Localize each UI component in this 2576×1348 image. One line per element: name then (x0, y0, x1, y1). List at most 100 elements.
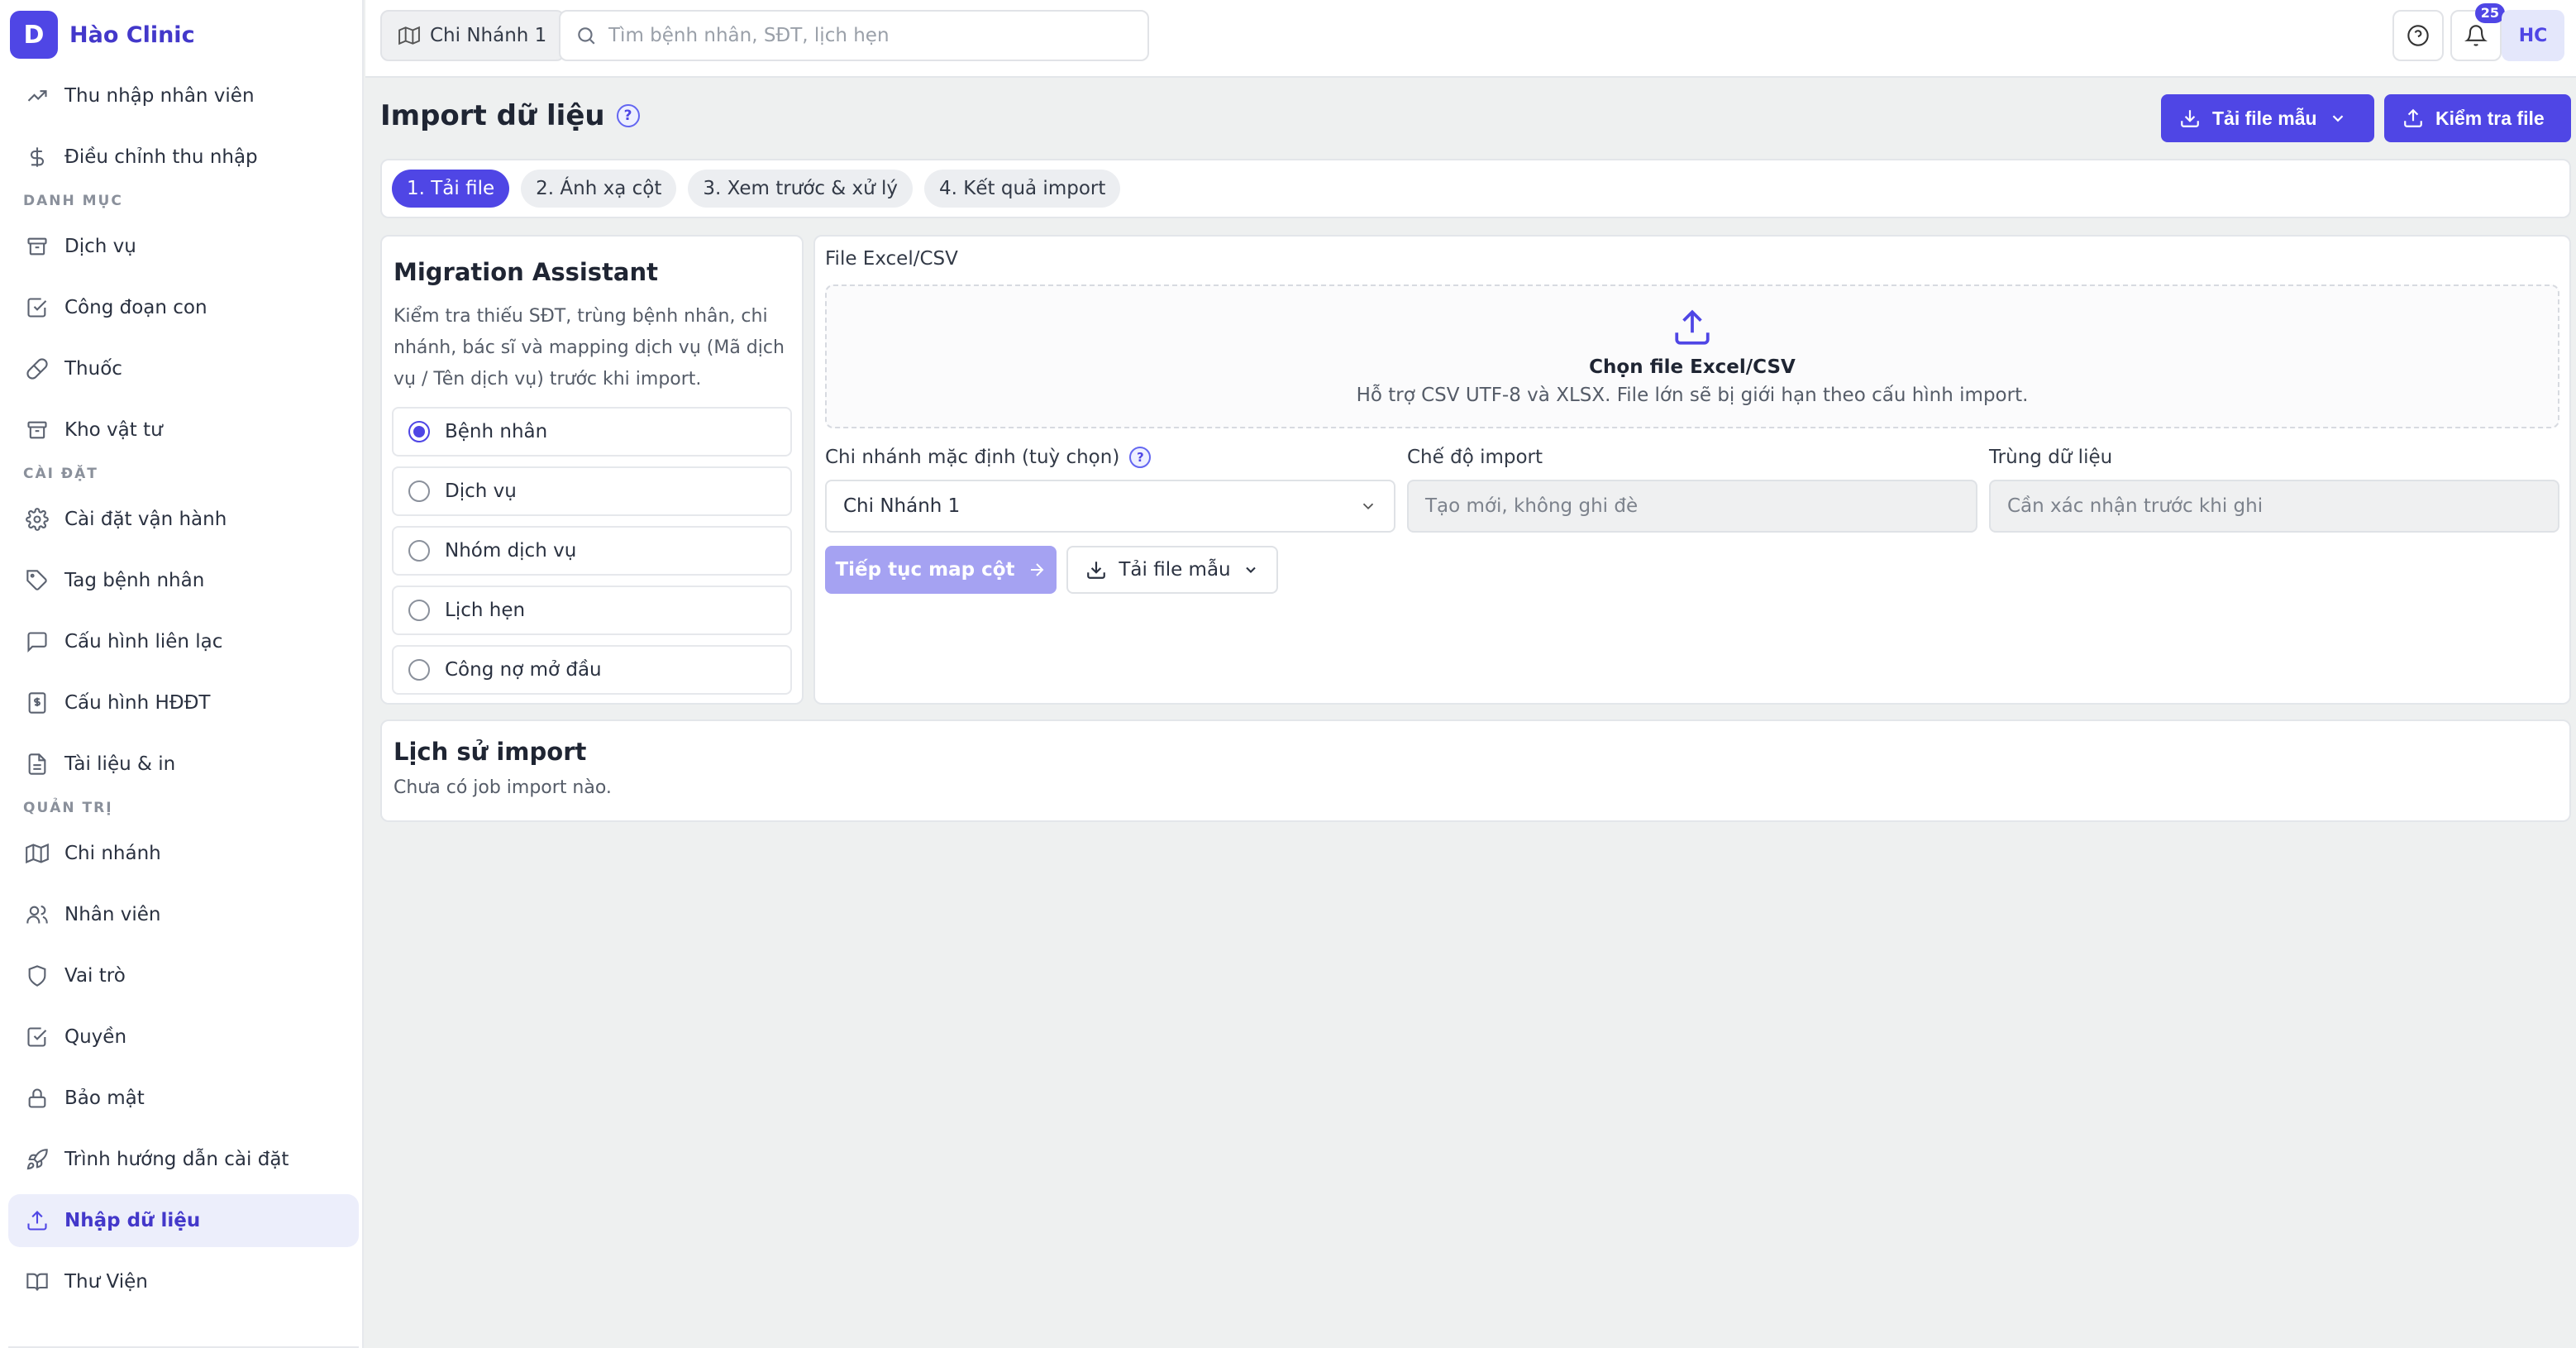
chevron-down-icon (1362, 503, 1374, 510)
sidebar-item-cau-hinh-hddt[interactable]: Cấu hình HĐĐT (8, 676, 359, 729)
sidebar-section-danh-muc: DANH MỤC (23, 193, 123, 209)
download-template-label: Tải file mẫu (1119, 559, 1231, 581)
radio-selected[interactable] (408, 421, 430, 442)
duplicate-value: Cần xác nhận trước khi ghi (1989, 480, 2559, 533)
sidebar-item-tag-benh-nhan[interactable]: Tag bệnh nhân (8, 554, 359, 607)
sidebar-item-label: Nhập dữ liệu (64, 1210, 201, 1231)
upload-icon (25, 1208, 50, 1233)
shield-icon (25, 963, 50, 988)
branch-selector[interactable]: Chi Nhánh 1 (380, 10, 565, 61)
check-file-button[interactable]: Kiểm tra file (2384, 94, 2571, 142)
sidebar-item-dieu-chinh-thu-nhap[interactable]: Điều chỉnh thu nhập (8, 131, 359, 184)
chevron-down-icon (2332, 115, 2343, 122)
step-map-columns[interactable]: 2. Ánh xạ cột (521, 170, 677, 208)
sidebar-item-label: Tài liệu & in (64, 753, 176, 775)
branch-field-label-row: Chi nhánh mặc định (tuỳ chọn) ? (825, 443, 1395, 471)
mode-field-label: Chế độ import (1407, 447, 1543, 468)
branch-field: Chi nhánh mặc định (tuỳ chọn) ? Chi Nhán… (825, 443, 1395, 533)
file-label: File Excel/CSV (825, 248, 958, 270)
sidebar: D Hào Clinic Thu nhập nhân viên Điều chỉ… (0, 0, 364, 1348)
sidebar-item-tai-lieu-in[interactable]: Tài liệu & in (8, 738, 359, 791)
file-dropzone[interactable]: Chọn file Excel/CSV Hỗ trợ CSV UTF-8 và … (825, 284, 2559, 428)
sidebar-item-label: Kho vật tư (64, 419, 163, 441)
sidebar-item-label: Nhân viên (64, 904, 161, 925)
help-icon[interactable]: ? (616, 104, 640, 127)
avatar[interactable]: HC (2502, 10, 2564, 61)
global-search[interactable] (559, 10, 1149, 61)
invoice-icon (25, 691, 50, 715)
radio[interactable] (408, 659, 430, 681)
sidebar-item-label: Quyền (64, 1026, 127, 1048)
lock-icon (25, 1086, 50, 1111)
option-dich-vu[interactable]: Dịch vụ (392, 466, 792, 516)
option-cong-no-mo-dau[interactable]: Công nợ mở đầu (392, 645, 792, 695)
duplicate-field: Trùng dữ liệu Cần xác nhận trước khi ghi (1989, 443, 2559, 533)
step-preview[interactable]: 3. Xem trước & xử lý (688, 170, 914, 208)
download-template-outline-button[interactable]: Tải file mẫu (1066, 546, 1278, 594)
sidebar-item-label: Dịch vụ (64, 236, 136, 257)
branch-select-value: Chi Nhánh 1 (843, 495, 961, 517)
assistant-title: Migration Assistant (394, 258, 659, 286)
sidebar-item-vai-tro[interactable]: Vai trò (8, 949, 359, 1002)
sidebar-item-nhan-vien[interactable]: Nhân viên (8, 888, 359, 941)
download-template-button[interactable]: Tải file mẫu (2161, 94, 2374, 142)
branch-select[interactable]: Chi Nhánh 1 (825, 480, 1395, 533)
option-lich-hen[interactable]: Lịch hẹn (392, 586, 792, 635)
sidebar-item-chi-nhanh[interactable]: Chi nhánh (8, 827, 359, 880)
radio[interactable] (408, 600, 430, 621)
mode-value: Tạo mới, không ghi đè (1407, 480, 1977, 533)
sidebar-item-quyen[interactable]: Quyền (8, 1011, 359, 1064)
sidebar-item-thu-vien[interactable]: Thư Viện (8, 1255, 359, 1308)
sidebar-section-quan-tri: QUẢN TRỊ (23, 800, 113, 816)
archive-icon (25, 234, 50, 259)
history-title: Lịch sử import (394, 738, 587, 766)
notifications-button[interactable]: 25 (2450, 3, 2505, 61)
sidebar-item-label: Bảo mật (64, 1087, 145, 1109)
choose-file-label: Chọn file Excel/CSV (1589, 356, 1796, 378)
page-header: Import dữ liệu ? (380, 99, 640, 132)
radio[interactable] (408, 540, 430, 562)
sidebar-item-bao-mat[interactable]: Bảo mật (8, 1072, 359, 1125)
branch-field-label: Chi nhánh mặc định (tuỳ chọn) (825, 447, 1120, 468)
sidebar-item-cai-dat-van-hanh[interactable]: Cài đặt vận hành (8, 493, 359, 546)
sidebar-item-label: Cấu hình HĐĐT (64, 692, 211, 714)
sidebar-item-label: Trình hướng dẫn cài đặt (64, 1149, 289, 1170)
sidebar-item-thu-nhap-nhan-vien[interactable]: Thu nhập nhân viên (8, 69, 359, 122)
search-input[interactable] (608, 25, 1138, 46)
step-upload[interactable]: 1. Tải file (392, 170, 510, 208)
radio[interactable] (408, 480, 430, 502)
mode-field: Chế độ import Tạo mới, không ghi đè (1407, 443, 1977, 533)
option-label: Nhóm dịch vụ (445, 540, 577, 562)
option-nhom-dich-vu[interactable]: Nhóm dịch vụ (392, 526, 792, 576)
sidebar-item-cau-hinh-lien-lac[interactable]: Cấu hình liên lạc (8, 615, 359, 668)
map-icon (398, 26, 420, 45)
help-button[interactable] (2392, 10, 2444, 61)
migration-assistant-card: Migration Assistant Kiểm tra thiếu SĐT, … (380, 235, 804, 705)
brand[interactable]: D Hào Clinic (10, 8, 195, 61)
check-file-label: Kiểm tra file (2435, 107, 2545, 129)
sidebar-item-thuoc[interactable]: Thuốc (8, 342, 359, 395)
sidebar-item-trinh-huong-dan[interactable]: Trình hướng dẫn cài đặt (8, 1133, 359, 1186)
step-result[interactable]: 4. Kết quả import (924, 170, 1121, 208)
gear-icon (25, 507, 50, 532)
chevron-down-icon (1245, 566, 1256, 573)
sidebar-item-dich-vu[interactable]: Dịch vụ (8, 220, 359, 273)
sidebar-item-label: Thư Viện (64, 1271, 148, 1293)
map-icon (25, 841, 50, 866)
upload-icon (2404, 108, 2422, 127)
sidebar-item-label: Tag bệnh nhân (64, 570, 205, 591)
sidebar-item-label: Cấu hình liên lạc (64, 631, 223, 652)
sidebar-item-label: Điều chỉnh thu nhập (64, 146, 258, 168)
option-benh-nhan[interactable]: Bệnh nhân (392, 407, 792, 457)
sidebar-nav: Thu nhập nhân viên Điều chỉnh thu nhập D… (8, 69, 359, 1317)
sidebar-item-kho-vat-tu[interactable]: Kho vật tư (8, 404, 359, 457)
sidebar-item-nhap-du-lieu[interactable]: Nhập dữ liệu (8, 1194, 359, 1247)
document-icon (25, 752, 50, 777)
search-icon (578, 27, 595, 45)
continue-map-button[interactable]: Tiếp tục map cột (825, 546, 1057, 594)
rocket-icon (25, 1147, 50, 1172)
upload-card: File Excel/CSV Chọn file Excel/CSV Hỗ tr… (813, 235, 2571, 705)
import-steps: 1. Tải file 2. Ánh xạ cột 3. Xem trước &… (380, 159, 2571, 218)
help-icon[interactable]: ? (1129, 447, 1152, 468)
sidebar-item-cong-doan-con[interactable]: Công đoạn con (8, 281, 359, 334)
